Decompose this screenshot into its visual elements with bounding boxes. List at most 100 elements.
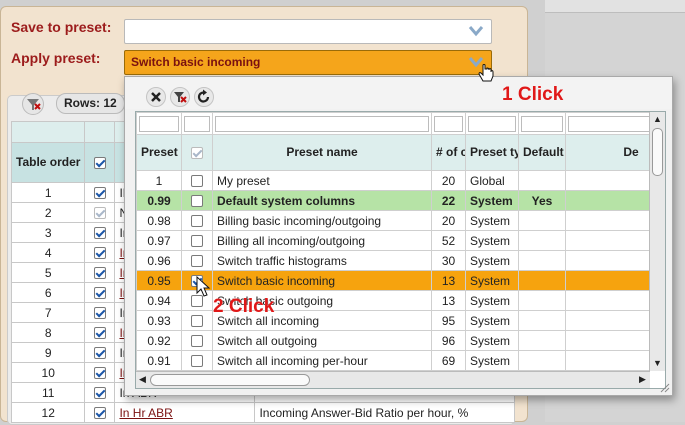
visible-checkbox[interactable] [93, 287, 106, 300]
filter-input[interactable] [139, 115, 179, 132]
column-header-check[interactable] [181, 134, 213, 171]
filter-input[interactable] [468, 115, 516, 132]
column-header-cols[interactable]: # of cols [431, 134, 466, 171]
preset-row[interactable]: 0.99 Default system columns 22 System Yes [136, 190, 650, 211]
refresh-button[interactable] [194, 87, 214, 107]
visible-checkbox[interactable] [93, 247, 106, 260]
scroll-left-icon[interactable]: ◀ [137, 374, 148, 385]
preset-checkbox[interactable] [191, 255, 203, 268]
visible-checkbox[interactable] [93, 367, 106, 380]
apply-preset-select[interactable]: Switch basic incoming [124, 50, 492, 75]
preset-name-cell[interactable]: Billing all incoming/outgoing [212, 230, 432, 251]
column-header-desc[interactable]: De [565, 134, 650, 171]
preset-check-cell[interactable] [181, 330, 213, 351]
visible-cell[interactable] [84, 322, 116, 343]
preset-row[interactable]: 1 My preset 20 Global [136, 170, 650, 191]
filter-cell[interactable] [84, 121, 116, 143]
filter-cell[interactable] [212, 112, 432, 135]
filter-cell[interactable] [465, 112, 519, 135]
visible-cell[interactable] [84, 182, 116, 203]
preset-check-cell[interactable] [181, 310, 213, 331]
preset-checkbox[interactable] [191, 315, 203, 328]
visible-checkbox[interactable] [93, 307, 106, 320]
column-header-default[interactable]: Default preset [518, 134, 566, 171]
close-button[interactable] [146, 87, 166, 107]
preset-name-cell[interactable]: Default system columns [212, 190, 432, 211]
filter-cell[interactable] [518, 112, 566, 135]
preset-checkbox[interactable] [191, 355, 203, 368]
visible-cell[interactable] [84, 342, 116, 363]
visible-cell[interactable] [84, 402, 116, 423]
preset-row[interactable]: 0.96 Switch traffic histograms 30 System [136, 250, 650, 271]
filter-cell[interactable] [431, 112, 466, 135]
resize-grip-icon[interactable] [658, 381, 670, 393]
preset-row[interactable]: 0.97 Billing all incoming/outgoing 52 Syste… [136, 230, 650, 251]
visible-cell[interactable] [84, 382, 116, 403]
preset-check-cell[interactable] [181, 350, 213, 371]
preset-row[interactable]: 0.91 Switch all incoming per-hour 69 System [136, 350, 650, 371]
horizontal-scroll-thumb[interactable] [150, 374, 310, 386]
visible-checkbox[interactable] [93, 347, 106, 360]
preset-check-cell[interactable] [181, 170, 213, 191]
visible-checkbox[interactable] [93, 387, 106, 400]
order-cell: 4 [10, 242, 86, 263]
filter-clear-button[interactable] [22, 93, 44, 115]
column-header-check[interactable] [84, 142, 116, 183]
visible-checkbox[interactable] [93, 327, 106, 340]
visible-checkbox[interactable] [93, 407, 106, 420]
column-header-type[interactable]: Preset type [465, 134, 519, 171]
visible-cell[interactable] [84, 282, 116, 303]
vertical-scrollbar[interactable]: ▲ ▼ [649, 112, 665, 371]
preset-checkbox[interactable] [191, 215, 203, 228]
horizontal-scrollbar[interactable]: ◀ ▶ [136, 371, 650, 388]
filter-input[interactable] [521, 115, 563, 132]
preset-name-cell[interactable]: Switch basic incoming [212, 270, 432, 291]
preset-name-cell[interactable]: Billing basic incoming/outgoing [212, 210, 432, 231]
preset-name-cell[interactable]: Switch traffic histograms [212, 250, 432, 271]
filter-cell[interactable] [136, 112, 182, 135]
scroll-right-icon[interactable]: ▶ [637, 374, 648, 385]
preset-name-cell[interactable]: Switch all outgoing [212, 330, 432, 351]
clear-filter-button[interactable] [170, 87, 190, 107]
filter-cell[interactable] [181, 112, 213, 135]
preset-name-cell[interactable]: Switch all incoming per-hour [212, 350, 432, 371]
visible-cell[interactable] [84, 302, 116, 323]
visible-cell[interactable] [84, 262, 116, 283]
preset-check-cell[interactable] [181, 210, 213, 231]
preset-checkbox[interactable] [191, 195, 203, 208]
vertical-scroll-thumb[interactable] [652, 128, 663, 176]
filter-cell[interactable] [565, 112, 650, 135]
preset-row[interactable]: 0.92 Switch all outgoing 96 System [136, 330, 650, 351]
rows-count-button[interactable]: Rows: 12 [56, 93, 125, 114]
column-header-order[interactable]: Table order [10, 142, 86, 183]
scroll-up-icon[interactable]: ▲ [652, 114, 663, 125]
preset-check-cell[interactable] [181, 190, 213, 211]
preset-check-cell[interactable] [181, 230, 213, 251]
preset-checkbox[interactable] [191, 335, 203, 348]
select-all-checkbox[interactable] [93, 157, 106, 170]
column-header-preset-name[interactable]: Preset name [212, 134, 432, 171]
preset-checkbox[interactable] [191, 175, 203, 188]
table-row[interactable]: 12 In Hr ABR Incoming Answer-Bid Ratio per… [10, 402, 516, 423]
column-header-preset-id[interactable]: Preset ID [136, 134, 182, 171]
column-link[interactable]: In Hr ABR [119, 406, 172, 420]
preset-check-cell[interactable] [181, 250, 213, 271]
visible-checkbox[interactable] [93, 267, 106, 280]
filter-input[interactable] [568, 115, 650, 132]
preset-name-cell[interactable]: My preset [212, 170, 432, 191]
preset-row[interactable]: 0.98 Billing basic incoming/outgoing 20 Sys… [136, 210, 650, 231]
visible-checkbox[interactable] [93, 187, 106, 200]
save-preset-select[interactable] [124, 19, 492, 44]
preset-desc-cell [565, 330, 650, 351]
scroll-down-icon[interactable]: ▼ [652, 358, 663, 369]
visible-cell[interactable] [84, 202, 116, 223]
visible-cell[interactable] [84, 222, 116, 243]
visible-cell[interactable] [84, 362, 116, 383]
visible-cell[interactable] [84, 242, 116, 263]
filter-input[interactable] [434, 115, 463, 132]
visible-checkbox[interactable] [93, 227, 106, 240]
filter-input[interactable] [215, 115, 429, 132]
filter-input[interactable] [184, 115, 210, 132]
preset-checkbox[interactable] [191, 235, 203, 248]
filter-cell[interactable] [10, 121, 86, 143]
